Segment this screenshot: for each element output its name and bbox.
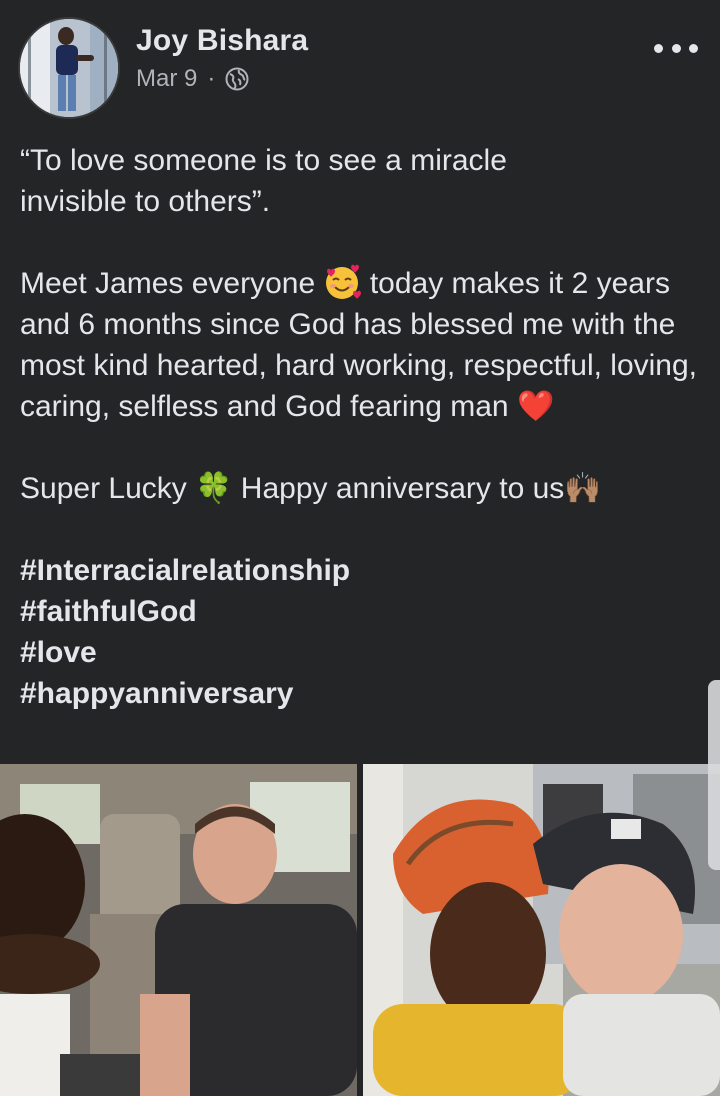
post-header: Joy Bishara Mar 9 · bbox=[0, 0, 720, 130]
hashtag-love[interactable]: #love bbox=[20, 636, 97, 669]
raising-hands-emoji: 🙌🏽 bbox=[564, 472, 602, 505]
hashtag-happyanniversary[interactable]: #happyanniversary bbox=[20, 677, 293, 710]
hashtag-interracialrelationship[interactable]: #Interracialrelationship bbox=[20, 554, 350, 587]
quote-line-1: “To love someone is to see a miracle bbox=[20, 144, 507, 177]
post-date[interactable]: Mar 9 bbox=[136, 65, 197, 93]
smiling-face-with-hearts-icon bbox=[323, 263, 362, 301]
more-dot-icon bbox=[671, 43, 681, 53]
author-avatar[interactable] bbox=[18, 17, 120, 119]
photo-kiss-portrait[interactable] bbox=[363, 764, 720, 1096]
message-paragraph: Meet James everyone today makes it 2 yea… bbox=[20, 263, 710, 427]
four-leaf-clover-emoji: 🍀 bbox=[195, 472, 233, 505]
hashtags: #Interracialrelationship #faithfulGod #l… bbox=[20, 550, 710, 714]
facebook-post: Joy Bishara Mar 9 · “To love someone is … bbox=[0, 0, 720, 1096]
meta-separator: · bbox=[207, 65, 216, 92]
quote-line-2: invisible to others”. bbox=[20, 185, 271, 218]
photo-car-selfie[interactable] bbox=[0, 764, 357, 1096]
lucky-paragraph: Super Lucky 🍀 Happy anniversary to us🙌🏽 bbox=[20, 468, 710, 509]
photo-grid bbox=[0, 764, 720, 1096]
more-dot-icon bbox=[689, 43, 698, 53]
more-options-button[interactable] bbox=[654, 38, 698, 58]
avatar-photo bbox=[20, 19, 118, 117]
globe-icon bbox=[225, 67, 249, 91]
message-part-1: Meet James everyone bbox=[20, 267, 316, 300]
post-meta: Mar 9 · bbox=[136, 64, 249, 94]
quote-paragraph: “To love someone is to see a miracle inv… bbox=[20, 140, 710, 222]
more-dot-icon bbox=[654, 43, 663, 53]
post-text: “To love someone is to see a miracle inv… bbox=[20, 140, 710, 714]
lucky-part-1: Super Lucky bbox=[20, 472, 196, 505]
scrollbar[interactable] bbox=[708, 680, 720, 870]
red-heart-emoji: ❤️ bbox=[516, 390, 555, 423]
author-name[interactable]: Joy Bishara bbox=[136, 24, 308, 58]
hashtag-faithfulgod[interactable]: #faithfulGod bbox=[20, 595, 197, 628]
lucky-part-2: Happy anniversary to us bbox=[232, 472, 565, 505]
